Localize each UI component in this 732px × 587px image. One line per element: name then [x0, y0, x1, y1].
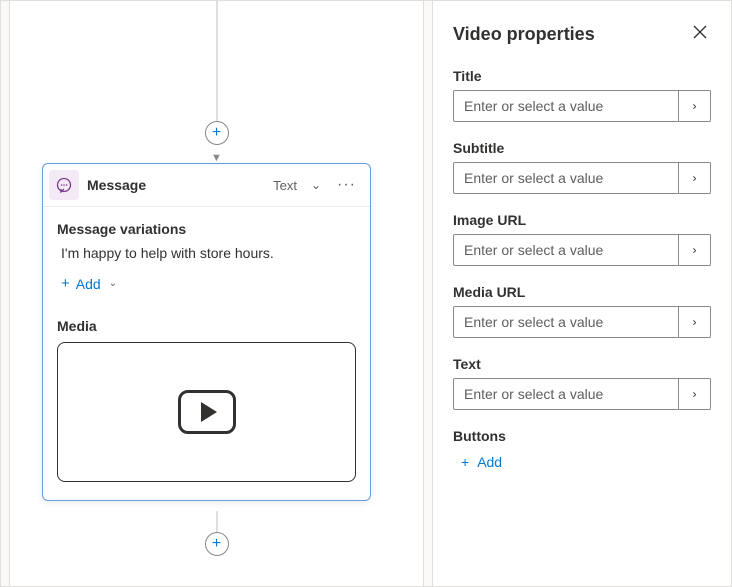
chevron-down-icon: ⌄ [109, 278, 117, 289]
field-label: Subtitle [453, 140, 711, 156]
variation-text[interactable]: I'm happy to help with store hours. [57, 245, 356, 261]
chevron-down-icon[interactable]: ⌄ [307, 176, 325, 194]
add-label: Add [477, 454, 502, 470]
media-preview[interactable] [57, 342, 356, 482]
field-text: Text › [453, 356, 711, 410]
authoring-canvas: + ▼ Message Text ⌄ ··· [0, 0, 432, 587]
text-picker-button[interactable]: › [678, 379, 710, 409]
field-buttons: Buttons + Add [453, 428, 711, 470]
properties-panel: Video properties Title › Subtitle › Imag… [432, 0, 732, 587]
field-subtitle: Subtitle › [453, 140, 711, 194]
subtitle-picker-button[interactable]: › [678, 163, 710, 193]
field-label: Title [453, 68, 711, 84]
title-input[interactable] [454, 91, 678, 121]
image-url-input[interactable] [454, 235, 678, 265]
panel-title: Video properties [453, 24, 595, 45]
subtitle-input-combo: › [453, 162, 711, 194]
title-input-combo: › [453, 90, 711, 122]
plus-icon: + [461, 454, 469, 470]
text-input-combo: › [453, 378, 711, 410]
field-media-url: Media URL › [453, 284, 711, 338]
field-label: Media URL [453, 284, 711, 300]
variations-label: Message variations [57, 221, 356, 237]
image-url-picker-button[interactable]: › [678, 235, 710, 265]
field-label: Text [453, 356, 711, 372]
card-body: Message variations I'm happy to help wit… [43, 207, 370, 500]
more-menu-button[interactable]: ··· [333, 175, 360, 195]
field-title: Title › [453, 68, 711, 122]
add-button[interactable]: + Add [453, 454, 502, 470]
close-button[interactable] [689, 21, 711, 48]
panel-header: Video properties [453, 21, 711, 48]
plus-icon: + [212, 535, 221, 553]
canvas-inner: + ▼ Message Text ⌄ ··· [9, 1, 424, 586]
image-url-input-combo: › [453, 234, 711, 266]
title-picker-button[interactable]: › [678, 91, 710, 121]
add-node-button[interactable]: + [205, 121, 229, 145]
field-label: Image URL [453, 212, 711, 228]
media-label: Media [57, 318, 356, 334]
text-input[interactable] [454, 379, 678, 409]
message-card[interactable]: Message Text ⌄ ··· Message variations I'… [42, 163, 371, 501]
connector-line [216, 1, 217, 123]
field-image-url: Image URL › [453, 212, 711, 266]
media-url-input-combo: › [453, 306, 711, 338]
plus-icon: + [212, 124, 221, 142]
add-label: Add [76, 276, 101, 292]
plus-icon: + [61, 275, 70, 292]
add-node-button[interactable]: + [205, 532, 229, 556]
subtitle-input[interactable] [454, 163, 678, 193]
card-header: Message Text ⌄ ··· [43, 164, 370, 207]
card-type-label: Text [273, 178, 297, 193]
card-title: Message [87, 177, 265, 193]
message-icon [49, 170, 79, 200]
media-url-input[interactable] [454, 307, 678, 337]
add-variation-button[interactable]: + Add ⌄ [57, 273, 121, 294]
video-icon [178, 390, 236, 434]
media-url-picker-button[interactable]: › [678, 307, 710, 337]
field-label: Buttons [453, 428, 711, 444]
play-icon [201, 402, 217, 422]
